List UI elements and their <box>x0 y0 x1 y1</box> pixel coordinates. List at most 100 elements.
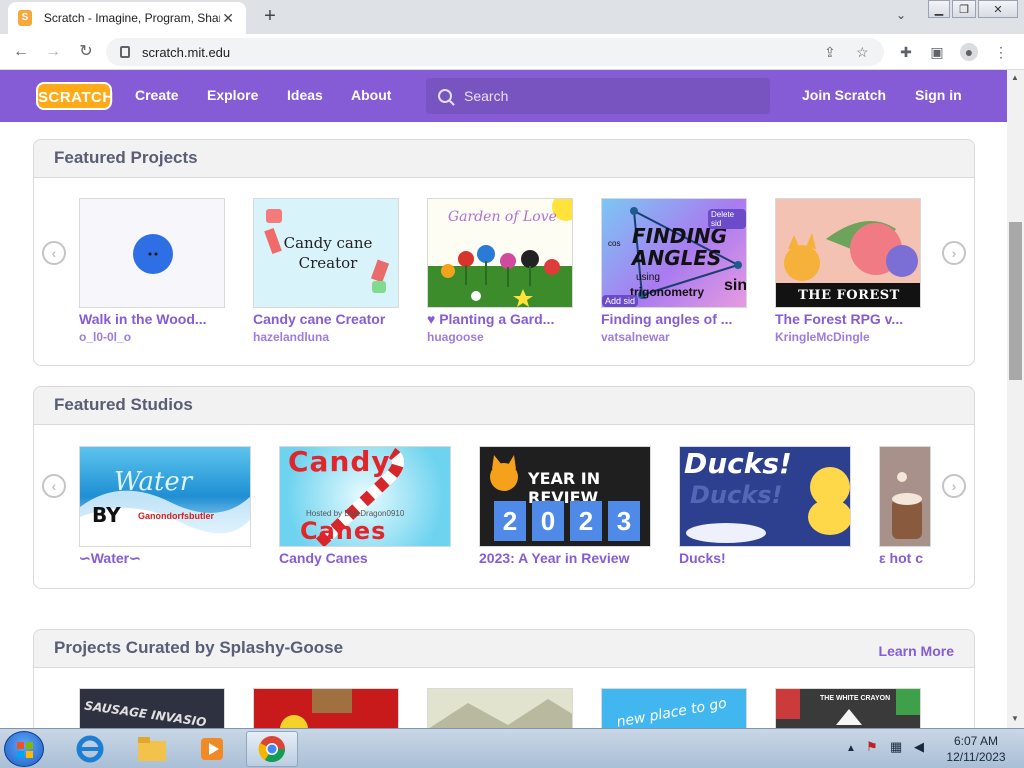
project-title[interactable]: ♥ Planting a Gard... <box>427 311 573 327</box>
scratch-favicon-icon: S <box>18 10 32 26</box>
tab-title: Scratch - Imagine, Program, Share <box>43 11 221 25</box>
water-thumb-credit: Ganondorfsbutler <box>138 511 214 521</box>
carousel-next-icon[interactable]: › <box>942 241 966 265</box>
project-thumbnail[interactable]: THE FOREST <box>775 198 921 308</box>
search-input[interactable] <box>464 88 744 104</box>
studio-title[interactable]: ε hot c <box>879 550 931 566</box>
project-thumbnail[interactable]: Garden of Love <box>427 198 573 308</box>
project-title[interactable]: Candy cane Creator <box>253 311 399 327</box>
join-scratch-link[interactable]: Join Scratch <box>802 87 886 103</box>
studio-card[interactable]: Water BY Ganondorfsbutler ∽Water∽ <box>79 446 251 567</box>
studio-thumbnail[interactable] <box>879 446 931 547</box>
ducks-thumb-text-2: Ducks! <box>690 481 783 509</box>
start-button[interactable] <box>4 731 44 767</box>
studio-title[interactable]: 2023: A Year in Review <box>479 550 651 566</box>
project-author[interactable]: KringleMcDingle <box>775 330 921 344</box>
candy-studio-bottom: Canes <box>300 517 387 545</box>
featured-projects-section: Featured Projects ‹ › Walk in the Wood..… <box>33 139 975 366</box>
taskbar-clock[interactable]: 6:07 AM 12/11/2023 <box>936 733 1016 765</box>
nav-about[interactable]: About <box>351 87 391 103</box>
url-text: scratch.mit.edu <box>142 44 231 60</box>
project-author[interactable]: huagoose <box>427 330 573 344</box>
profile-avatar-icon[interactable]: ● <box>960 43 978 61</box>
forward-button[interactable]: → <box>43 42 63 62</box>
tray-expand-icon[interactable]: ▲ <box>846 743 856 754</box>
close-window-button[interactable]: ✕ <box>978 0 1018 18</box>
project-thumbnail[interactable] <box>79 198 225 308</box>
project-author[interactable]: hazelandluna <box>253 330 399 344</box>
studio-card[interactable]: ε hot c <box>879 446 931 566</box>
address-bar[interactable]: scratch.mit.edu ⇪ ☆ <box>106 38 884 66</box>
tab-close-icon[interactable]: ✕ <box>220 10 236 27</box>
share-icon[interactable]: ⇪ <box>824 44 836 61</box>
carousel-prev-icon[interactable]: ‹ <box>42 474 66 498</box>
restore-window-button[interactable]: ❐ <box>952 0 976 18</box>
browser-tab[interactable]: S Scratch - Imagine, Program, Share ✕ <box>8 2 246 34</box>
nav-ideas[interactable]: Ideas <box>287 87 323 103</box>
project-author[interactable]: o_l0-0l_o <box>79 330 225 344</box>
media-player-taskbar-icon[interactable] <box>186 731 238 767</box>
nav-create[interactable]: Create <box>135 87 179 103</box>
project-title[interactable]: Walk in the Wood... <box>79 311 225 327</box>
volume-muted-icon[interactable]: ◀ <box>914 739 924 755</box>
section-title: Projects Curated by Splashy-Goose <box>54 638 344 657</box>
scratch-navbar: SCRATCH Create Explore Ideas About Join … <box>0 70 1007 122</box>
project-thumbnail[interactable]: Candy cane Creator <box>253 198 399 308</box>
bookmark-star-icon[interactable]: ☆ <box>856 44 869 61</box>
network-icon[interactable]: ▦ <box>890 739 902 755</box>
nav-explore[interactable]: Explore <box>207 87 258 103</box>
file-explorer-taskbar-icon[interactable] <box>126 731 178 767</box>
studio-card[interactable]: Candy Canes Hosted by BlueDragon0910 Can… <box>279 446 451 566</box>
sign-in-link[interactable]: Sign in <box>915 87 962 103</box>
project-title[interactable]: Finding angles of ... <box>601 311 747 327</box>
project-title[interactable]: The Forest RPG v... <box>775 311 921 327</box>
candy-studio-credit: Hosted by BlueDragon0910 <box>306 509 405 518</box>
studio-thumbnail[interactable]: Candy Canes Hosted by BlueDragon0910 <box>279 446 451 547</box>
studio-title[interactable]: Candy Canes <box>279 550 451 566</box>
tab-search-chevron-icon[interactable]: ⌄ <box>896 8 906 22</box>
section-title: Featured Studios <box>54 395 193 414</box>
studio-card[interactable]: Ducks! Ducks! Ducks! <box>679 446 851 566</box>
water-thumb-text: Water <box>114 467 193 497</box>
project-card[interactable]: Garden of Love ♥ Planting a Gard... huag… <box>427 198 573 344</box>
studio-thumbnail[interactable]: YEAR IN REVIEW 2 0 2 3 <box>479 446 651 547</box>
more-menu-icon[interactable]: ⋮ <box>992 43 1010 61</box>
curated-projects-header: Projects Curated by Splashy-Goose Learn … <box>34 630 974 668</box>
page-scrollbar-thumb[interactable] <box>1009 222 1022 380</box>
carousel-next-icon[interactable]: › <box>942 474 966 498</box>
garden-thumb-text: Garden of Love <box>448 209 557 225</box>
extensions-puzzle-icon[interactable]: ✚ <box>897 43 915 61</box>
clock-time: 6:07 AM <box>953 734 999 748</box>
reload-button[interactable]: ↻ <box>76 42 96 62</box>
candy-thumb-text: Candy cane Creator <box>283 234 373 272</box>
studio-title[interactable]: ∽Water∽ <box>79 550 251 567</box>
new-tab-button[interactable]: + <box>258 5 282 29</box>
project-card[interactable]: Walk in the Wood... o_l0-0l_o <box>79 198 225 344</box>
studio-thumbnail[interactable]: Water BY Ganondorfsbutler <box>79 446 251 547</box>
studio-card[interactable]: YEAR IN REVIEW 2 0 2 3 2023: A Year in R… <box>479 446 651 566</box>
project-card[interactable]: THE FOREST The Forest RPG v... KringleMc… <box>775 198 921 344</box>
action-center-icon[interactable]: ⚑ <box>866 739 878 755</box>
scroll-up-arrow-icon[interactable]: ▲ <box>1011 73 1019 82</box>
studio-thumbnail[interactable]: Ducks! Ducks! <box>679 446 851 547</box>
learn-more-link[interactable]: Learn More <box>879 643 954 659</box>
page-scrollbar-track[interactable] <box>1007 70 1024 728</box>
back-button[interactable]: ← <box>11 42 31 62</box>
search-icon <box>438 89 452 103</box>
carousel-prev-icon[interactable]: ‹ <box>42 241 66 265</box>
studio-title[interactable]: Ducks! <box>679 550 851 566</box>
scroll-down-arrow-icon[interactable]: ▼ <box>1011 714 1019 723</box>
project-card[interactable]: FINDING ANGLES using trigonometry sin co… <box>601 198 747 344</box>
minimize-window-button[interactable]: ▁ <box>928 0 950 18</box>
project-thumbnail[interactable]: FINDING ANGLES using trigonometry sin co… <box>601 198 747 308</box>
internet-explorer-taskbar-icon[interactable] <box>64 731 116 767</box>
project-card[interactable]: Candy cane Creator Candy cane Creator ha… <box>253 198 399 344</box>
chrome-taskbar-icon[interactable] <box>246 731 298 767</box>
featured-studios-section: Featured Studios ‹ › Water BY Ganondorfs… <box>33 386 975 589</box>
project-author[interactable]: vatsalnewar <box>601 330 747 344</box>
featured-projects-header: Featured Projects <box>34 140 974 178</box>
side-panel-icon[interactable]: ▣ <box>928 43 946 61</box>
scratch-logo[interactable]: SCRATCH <box>36 82 113 110</box>
angles-thumb-tag2: Add sid <box>602 295 639 307</box>
year-digit: 2 <box>570 501 602 541</box>
